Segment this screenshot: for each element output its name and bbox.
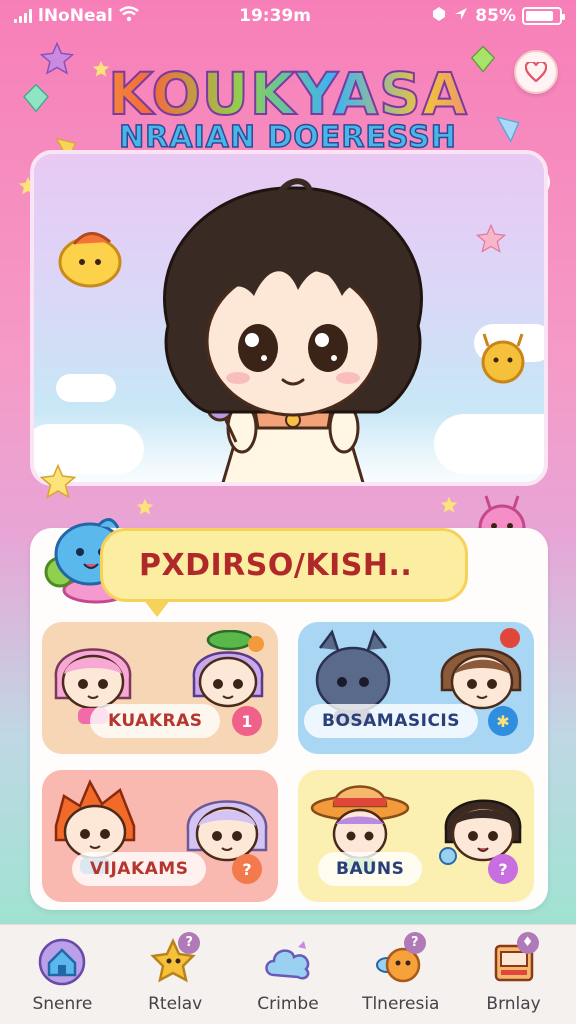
speech-text: PXDIRSO/KISH..: [139, 547, 413, 583]
tab-tlneresia[interactable]: ? Tlneresia: [349, 931, 453, 1014]
status-bar: lNoNeal 19:39m 85%: [0, 0, 576, 32]
bee-character-icon: ?: [372, 931, 430, 988]
tab-label: Tlneresia: [362, 993, 440, 1014]
home-icon: [33, 936, 91, 988]
app-title: KOUKYASA: [60, 61, 516, 127]
star-decoration-icon: [476, 224, 506, 253]
clock: 19:39m: [239, 6, 311, 26]
location-icon: [453, 6, 469, 27]
tile-label: BAUNS: [318, 852, 423, 886]
cloud-icon: [259, 936, 317, 988]
character-tile-vijakams[interactable]: VIJAKAMS ?: [42, 770, 278, 902]
carrier-name: lNoNeal: [38, 6, 113, 26]
speech-bubble[interactable]: PXDIRSO/KISH..: [100, 528, 468, 617]
alarm-icon: [431, 6, 447, 27]
signal-icon: [14, 9, 32, 23]
tab-badge: ♦: [516, 931, 539, 954]
tile-label: KUAKRAS: [90, 704, 221, 738]
tab-label: Rtelav: [148, 993, 203, 1014]
yellow-creature-icon: [58, 232, 122, 288]
hero-card: [30, 150, 548, 486]
star-decoration-icon: [40, 464, 76, 499]
tab-badge: ?: [178, 931, 201, 954]
tile-badge: ?: [232, 854, 262, 884]
tile-badge: ✱: [488, 706, 518, 736]
star-decoration-icon: [136, 498, 154, 515]
tab-home[interactable]: Snenre: [10, 936, 114, 1014]
wifi-icon: [119, 5, 139, 27]
star-decoration-icon: [440, 496, 458, 513]
gem-decoration-icon: [23, 83, 49, 113]
tab-badge: ?: [403, 931, 426, 954]
tab-label: Brnlay: [486, 993, 541, 1014]
star-character-icon: ?: [146, 931, 204, 988]
tile-label: BOSAMASICIS: [304, 704, 478, 738]
heart-icon: [525, 62, 547, 82]
character-tile-kuakras[interactable]: KUAKRAS 1: [42, 622, 278, 754]
favorite-button[interactable]: [514, 50, 558, 94]
tab-label: Snenre: [32, 993, 93, 1014]
title-block: KOUKYASA NRAIAN DOERESSH: [60, 61, 516, 156]
main-character-avatar[interactable]: [128, 166, 458, 486]
tab-bar: Snenre ? Rtelav Crimbe ? Tlneresia ♦ Brn…: [0, 924, 576, 1024]
store-icon: ♦: [485, 931, 543, 988]
tab-rtelav[interactable]: ? Rtelav: [123, 931, 227, 1014]
tile-label: VIJAKAMS: [72, 852, 207, 886]
character-tile-bauns[interactable]: BAUNS ?: [298, 770, 534, 902]
orange-creature-icon: [481, 333, 525, 384]
character-tile-bosamasicis[interactable]: BOSAMASICIS ✱: [298, 622, 534, 754]
tab-crimbe[interactable]: Crimbe: [236, 936, 340, 1014]
tile-badge: ?: [488, 854, 518, 884]
tab-label: Crimbe: [257, 993, 319, 1014]
battery-level: [525, 11, 554, 21]
tab-brnlay[interactable]: ♦ Brnlay: [462, 931, 566, 1014]
battery-percent: 85%: [475, 6, 516, 26]
tile-badge: 1: [232, 706, 262, 736]
battery-icon: [521, 7, 565, 25]
